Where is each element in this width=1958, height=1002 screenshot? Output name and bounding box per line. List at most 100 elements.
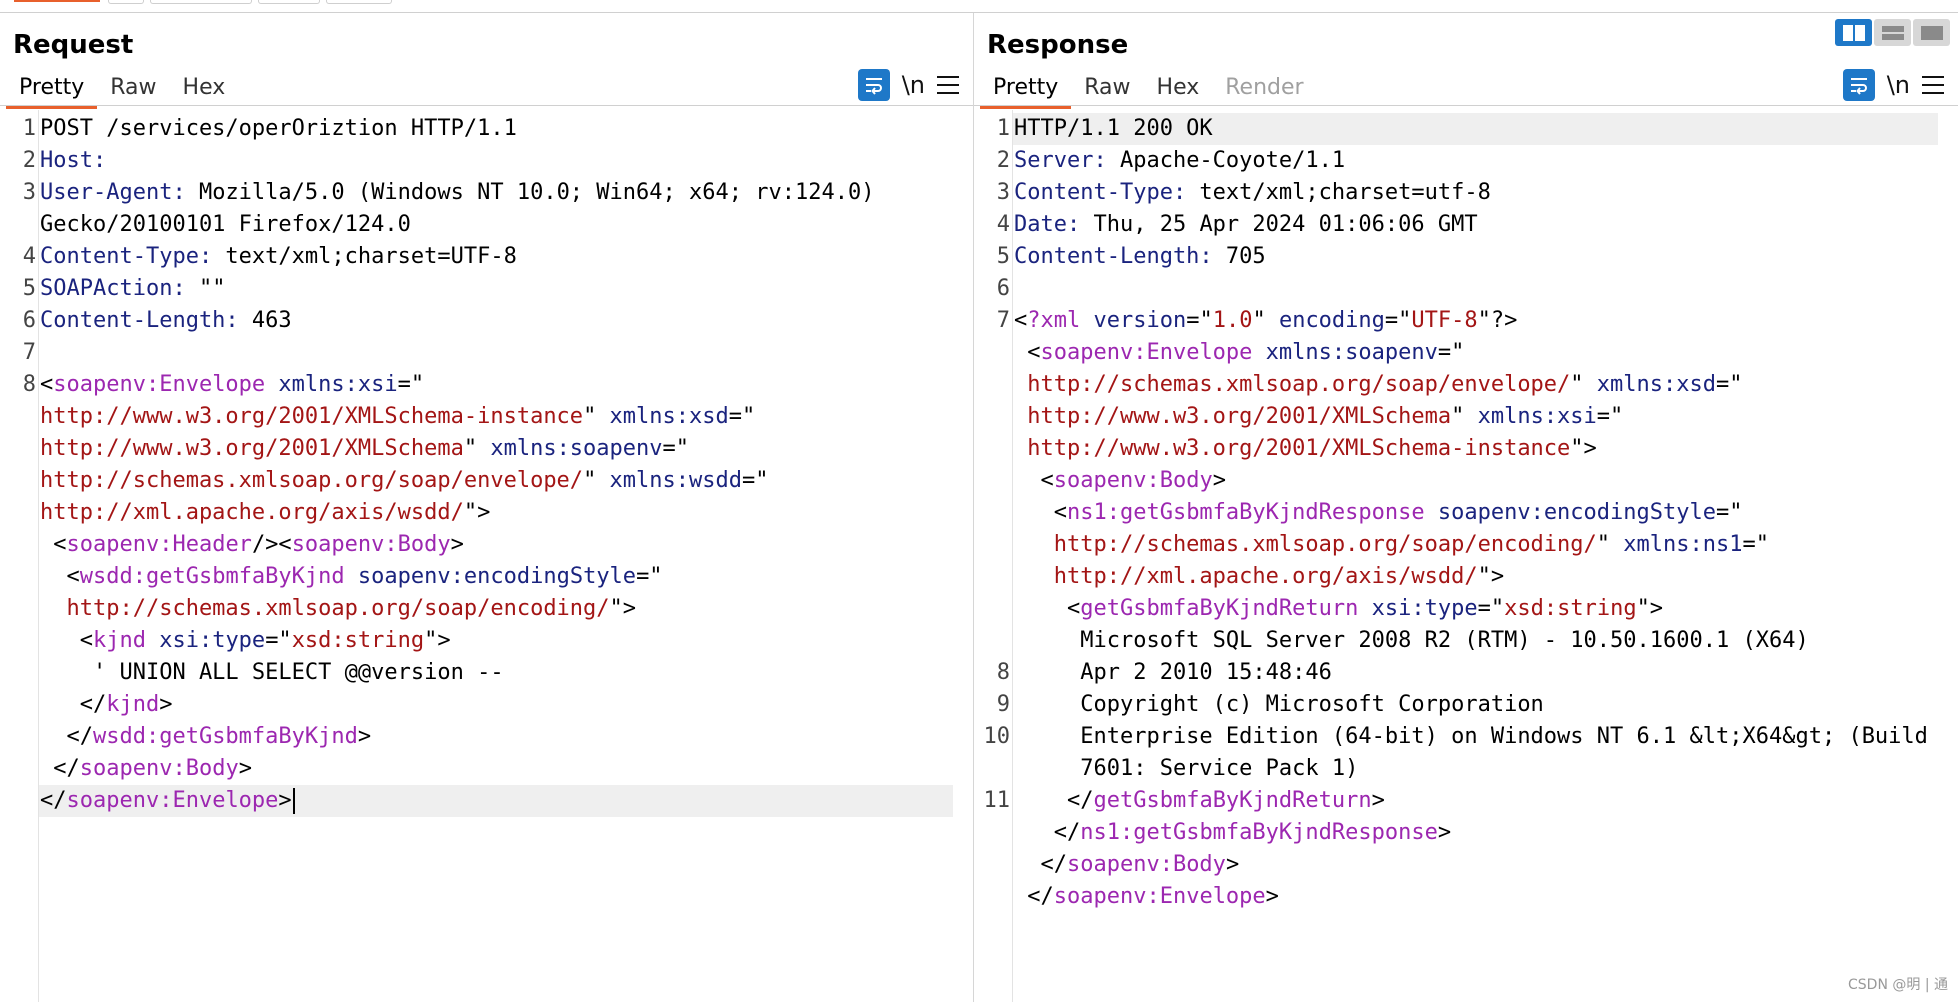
single-pane-icon[interactable] (1913, 19, 1950, 46)
code-line: </wsdd:getGsbmfaByKjnd> (40, 721, 963, 753)
tab-divider (0, 105, 973, 106)
line-number: 2 (22, 148, 36, 173)
code-line: http://www.w3.org/2001/XMLSchema" xmlns:… (40, 433, 963, 465)
code-token: http://xml.apache.org/axis/wsdd/ (1014, 564, 1478, 589)
code-line: Content-Type: text/xml;charset=utf-8 (1014, 177, 1948, 209)
code-token: =" (662, 436, 690, 461)
code-token: < (1014, 500, 1067, 525)
code-token: Content-Type: (1014, 180, 1187, 205)
code-token: ?xml (1027, 308, 1081, 333)
code-token: </ (1014, 852, 1067, 877)
code-line: <soapenv:Envelope xmlns:xsi=" (40, 369, 963, 401)
code-token: soapenv:Envelope (66, 788, 279, 813)
show-newlines-button[interactable]: \n (902, 71, 925, 99)
code-token: soapenv:Header (66, 532, 252, 557)
request-tab-hex[interactable]: Hex (170, 73, 239, 106)
line-number: 1 (22, 116, 36, 141)
code-token: soapenv:encodingStyle (1424, 500, 1717, 525)
code-line: </ns1:getGsbmfaByKjndResponse> (1014, 817, 1948, 849)
code-line: <kjnd xsi:type="xsd:string"> (40, 625, 963, 657)
code-line: <soapenv:Envelope xmlns:soapenv=" (1014, 337, 1948, 369)
code-line: 7601: Service Pack 1) (1014, 753, 1948, 785)
code-token: Enterprise Edition (64-bit) on Windows N… (1014, 724, 1928, 749)
code-token: > (1371, 788, 1385, 813)
code-token: > (1225, 852, 1240, 877)
code-token: http://www.w3.org/2001/XMLSchema-instanc… (40, 404, 584, 429)
code-token: Date: (1014, 212, 1081, 237)
code-token: ' UNION ALL SELECT @@version -- (40, 660, 504, 685)
hamburger-menu-icon[interactable] (937, 74, 959, 96)
code-token: > (238, 756, 252, 781)
code-token: < (1014, 308, 1028, 333)
code-line: http://www.w3.org/2001/XMLSchema-instanc… (40, 401, 963, 433)
code-token: > (159, 692, 173, 717)
code-token: "> (1636, 596, 1664, 621)
code-token: =" (636, 564, 663, 589)
split-vertical-icon[interactable] (1874, 19, 1911, 46)
code-line: </soapenv:Envelope> (1014, 881, 1948, 913)
code-token: UTF-8 (1411, 308, 1478, 333)
code-token: " (1252, 308, 1266, 333)
code-token: < (40, 532, 67, 557)
split-horizontal-icon[interactable] (1835, 19, 1872, 46)
code-token: =" (1716, 500, 1743, 525)
code-token: =" (728, 404, 756, 429)
code-token: > (278, 788, 292, 813)
request-editor[interactable]: 1 POST /services/operOriztion HTTP/1.1 2 Ho… (0, 110, 973, 1002)
code-token: xmlns:wsdd (596, 468, 743, 493)
code-token: Content-Length: (40, 308, 239, 333)
code-token: " (1451, 404, 1465, 429)
response-tab-pretty[interactable]: Pretty (980, 73, 1072, 109)
code-token: " (583, 468, 597, 493)
line-number: 4 (22, 244, 36, 269)
code-token: Apr 2 2010 15:48:46 (1014, 660, 1332, 685)
code-token: < (40, 372, 54, 397)
request-pane: Request Pretty Raw Hex \n 1 POST /service… (0, 13, 974, 1002)
watermark: CSDN @明 | 通 (1848, 977, 1948, 993)
line-number: 10 (983, 724, 1011, 749)
code-token: </ (1014, 788, 1094, 813)
wrap-lines-icon[interactable] (857, 69, 890, 101)
toolbar-button[interactable] (108, 0, 144, 4)
toolbar-button[interactable] (326, 0, 392, 4)
code-token: xsd:string (1504, 596, 1637, 621)
code-token: getGsbmfaByKjndReturn (1093, 788, 1372, 813)
code-token: http://schemas.xmlsoap.org/soap/encoding… (40, 596, 610, 621)
show-newlines-button[interactable]: \n (1887, 71, 1910, 99)
code-line: http://schemas.xmlsoap.org/soap/envelope… (40, 465, 963, 497)
response-editor[interactable]: 1 HTTP/1.1 200 OK 2 Server: Apache-Coyote/1… (974, 110, 1958, 1002)
line-number: 11 (983, 788, 1011, 813)
code-line: Apr 2 2010 15:48:46 (1014, 657, 1948, 689)
code-line: ' UNION ALL SELECT @@version -- (40, 657, 963, 689)
request-tab-raw[interactable]: Raw (97, 73, 169, 106)
send-button[interactable] (14, 0, 100, 2)
code-token: </ (1014, 820, 1081, 845)
code-line: SOAPAction: "" (40, 273, 963, 305)
code-token: </ (40, 756, 80, 781)
line-number: 8 (996, 660, 1010, 685)
code-token: < (40, 628, 93, 653)
response-tab-render[interactable]: Render (1212, 73, 1316, 106)
toolbar-button[interactable] (150, 0, 252, 4)
code-token: xmlns:soapenv (477, 436, 663, 461)
code-token: xmlns:xsi (1464, 404, 1597, 429)
code-token: soapenv:Body (291, 532, 451, 557)
layout-switcher (1835, 19, 1950, 46)
wrap-lines-icon[interactable] (1842, 69, 1875, 101)
toolbar-button[interactable] (258, 0, 320, 4)
line-number: 6 (996, 276, 1010, 301)
code-token: />< (251, 532, 292, 557)
code-line: <getGsbmfaByKjndReturn xsi:type="xsd:str… (1014, 593, 1948, 625)
code-token: ns1:getGsbmfaByKjndResponse (1066, 500, 1425, 525)
response-tab-raw[interactable]: Raw (1071, 73, 1143, 106)
response-title: Response (987, 30, 1129, 60)
text-caret (292, 788, 295, 814)
code-token: "> (1477, 564, 1505, 589)
hamburger-menu-icon[interactable] (1922, 74, 1944, 96)
code-token: soapenv:Envelope (1040, 340, 1253, 365)
response-tab-hex[interactable]: Hex (1144, 73, 1213, 106)
code-token: < (1014, 340, 1041, 365)
request-tab-pretty[interactable]: Pretty (6, 73, 98, 109)
code-token: Thu, 25 Apr 2024 01:06:06 GMT (1080, 212, 1478, 237)
line-number: 5 (996, 244, 1010, 269)
